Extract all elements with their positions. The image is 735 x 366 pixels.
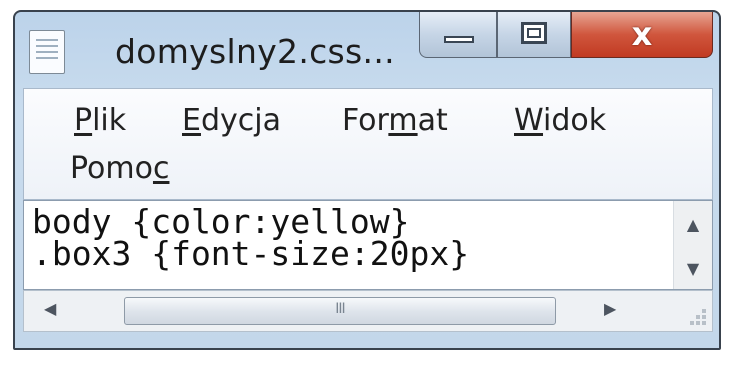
notepad-window: domyslny2.css... x Plik Edycja Format Wi… <box>13 10 721 350</box>
menu-edycja[interactable]: Edycja <box>182 103 281 138</box>
horizontal-scrollbar[interactable]: ◀ III ▶ <box>23 290 713 332</box>
title-bar[interactable]: domyslny2.css... x <box>15 12 719 86</box>
vertical-scrollbar[interactable]: ▲ ▼ <box>673 201 712 289</box>
maximize-button[interactable] <box>497 12 571 58</box>
menu-bar: Plik Edycja Format Widok Pomoc <box>23 88 713 200</box>
maximize-icon <box>521 22 547 44</box>
menu-widok[interactable]: Widok <box>514 103 606 138</box>
minimize-icon <box>444 36 474 43</box>
minimize-button[interactable] <box>419 12 497 58</box>
menu-format[interactable]: Format <box>342 103 448 138</box>
editor-line: .box3 {font-size:20px} <box>32 234 470 273</box>
notepad-icon[interactable] <box>29 30 65 74</box>
resize-grip-icon[interactable] <box>686 305 708 327</box>
scroll-left-icon[interactable]: ◀ <box>44 299 56 318</box>
menu-plik[interactable]: Plik <box>74 103 126 138</box>
window-title: domyslny2.css... <box>115 32 395 71</box>
scrollbar-thumb[interactable]: III <box>124 297 556 325</box>
scroll-down-icon[interactable]: ▼ <box>674 259 712 278</box>
grip-icon: III <box>335 301 345 317</box>
text-editor[interactable]: body {color:yellow} .box3 {font-size:20p… <box>23 200 713 290</box>
menu-pomoc[interactable]: Pomoc <box>70 151 169 186</box>
close-icon: x <box>631 15 653 53</box>
close-button[interactable]: x <box>571 12 713 58</box>
scroll-right-icon[interactable]: ▶ <box>604 299 616 318</box>
scroll-up-icon[interactable]: ▲ <box>674 215 712 234</box>
